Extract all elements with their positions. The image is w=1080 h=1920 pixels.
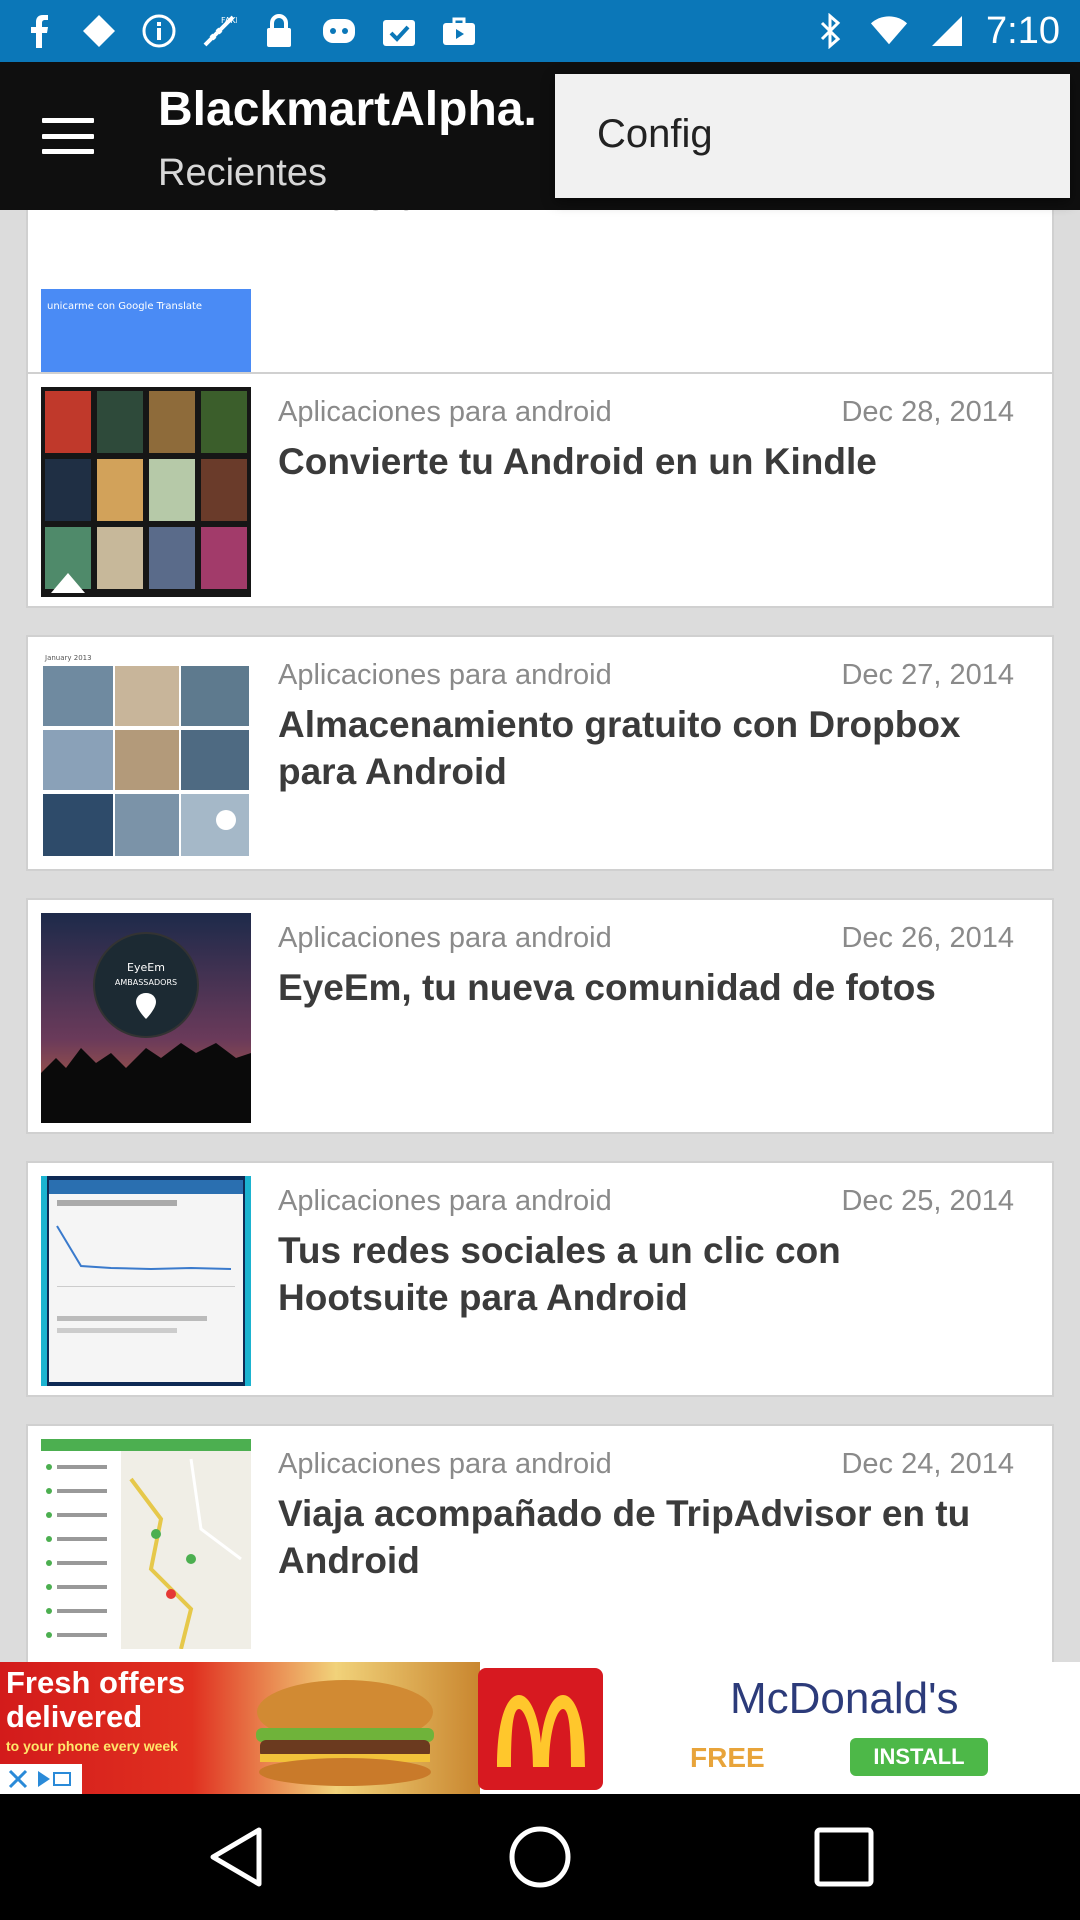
- ad-banner[interactable]: Fresh offers delivered to your phone eve…: [0, 1662, 1080, 1794]
- briefcase-icon: [440, 12, 478, 50]
- article-date: Dec 28, 2014: [841, 396, 1014, 428]
- eyeem-caption: EyeEm: [127, 961, 165, 974]
- article-title[interactable]: EyeEm, tu nueva comunidad de fotos: [278, 964, 1018, 1011]
- mcdonalds-logo-icon: [478, 1668, 603, 1790]
- ad-subtext: to your phone every week: [6, 1738, 178, 1754]
- adchoices-icon[interactable]: [34, 1767, 74, 1791]
- article-thumbnail: [41, 1439, 251, 1649]
- fake-gps-icon: FAKE: [200, 12, 238, 50]
- article-card[interactable]: Aplicaciones para android Dec 24, 2014 V…: [26, 1424, 1054, 1662]
- article-title[interactable]: Convierte tu Android en un Kindle: [278, 438, 1018, 485]
- home-icon[interactable]: [507, 1824, 573, 1890]
- article-thumbnail: [41, 1176, 251, 1386]
- wifi-icon: [870, 12, 908, 50]
- article-date: Dec 25, 2014: [841, 1185, 1014, 1217]
- recents-icon[interactable]: [811, 1824, 877, 1890]
- ad-headline: Fresh offers delivered: [6, 1665, 186, 1734]
- ad-free-label: FREE: [690, 1742, 765, 1773]
- article-category: Aplicaciones para android: [278, 1185, 612, 1217]
- article-card[interactable]: EyeEm AMBASSADORS Aplicaciones para andr…: [26, 898, 1054, 1134]
- ad-install-button[interactable]: INSTALL: [850, 1738, 988, 1776]
- article-category: Aplicaciones para android: [278, 1448, 612, 1480]
- translate-caption: unicarme con Google Translate: [47, 301, 202, 312]
- back-icon[interactable]: [203, 1824, 269, 1890]
- article-category: Aplicaciones para android: [278, 396, 612, 428]
- article-category: Aplicaciones para android: [278, 659, 612, 691]
- eyeem-subcaption: AMBASSADORS: [115, 978, 177, 987]
- ad-brand-name: McDonald's: [730, 1674, 959, 1723]
- article-title[interactable]: Tus redes sociales a un clic con Hootsui…: [278, 1227, 1018, 1321]
- clock-time: 7:10: [986, 9, 1060, 52]
- article-thumbnail: January 2013: [41, 650, 251, 860]
- close-icon[interactable]: [6, 1767, 30, 1791]
- article-card[interactable]: January 2013 Aplicaciones para android D…: [26, 635, 1054, 871]
- app-subtitle: Recientes: [158, 152, 327, 194]
- info-icon: [140, 12, 178, 50]
- article-title[interactable]: Viaja acompañado de TripAdvisor en tu An…: [278, 1490, 1018, 1584]
- article-thumbnail: [41, 387, 251, 597]
- article-title[interactable]: Android: [278, 210, 1018, 221]
- article-thumbnail: EyeEm AMBASSADORS: [41, 913, 251, 1123]
- diamond-icon: [80, 12, 118, 50]
- overflow-popup-menu: Config: [555, 74, 1070, 198]
- burger-image: [256, 1680, 434, 1786]
- signal-icon: [928, 12, 966, 50]
- tasks-icon: [380, 12, 418, 50]
- menu-item-config[interactable]: Config: [597, 112, 713, 157]
- article-list[interactable]: unicarme con Google Translate Android: [0, 210, 1080, 1662]
- svg-text:FAKE: FAKE: [221, 16, 237, 25]
- article-card[interactable]: Aplicaciones para android Dec 25, 2014 T…: [26, 1161, 1054, 1397]
- article-date: Dec 24, 2014: [841, 1448, 1014, 1480]
- status-bar: FAKE 7:10: [0, 0, 1080, 62]
- ad-choices-badge[interactable]: [0, 1764, 82, 1794]
- bluetooth-icon: [812, 12, 850, 50]
- hamburger-menu-icon[interactable]: [40, 110, 96, 162]
- lock-icon: [260, 12, 298, 50]
- article-category: Aplicaciones para android: [278, 922, 612, 954]
- facebook-icon: [20, 12, 58, 50]
- article-date: Dec 27, 2014: [841, 659, 1014, 691]
- app-title: BlackmartAlpha.: [158, 83, 537, 136]
- article-title[interactable]: Almacenamiento gratuito con Dropbox para…: [278, 701, 1018, 795]
- notification-icon: [320, 12, 358, 50]
- article-card[interactable]: Aplicaciones para android Dec 28, 2014 C…: [26, 372, 1054, 608]
- article-date: Dec 26, 2014: [841, 922, 1014, 954]
- system-nav-bar: [0, 1794, 1080, 1920]
- dropbox-caption: January 2013: [44, 654, 92, 662]
